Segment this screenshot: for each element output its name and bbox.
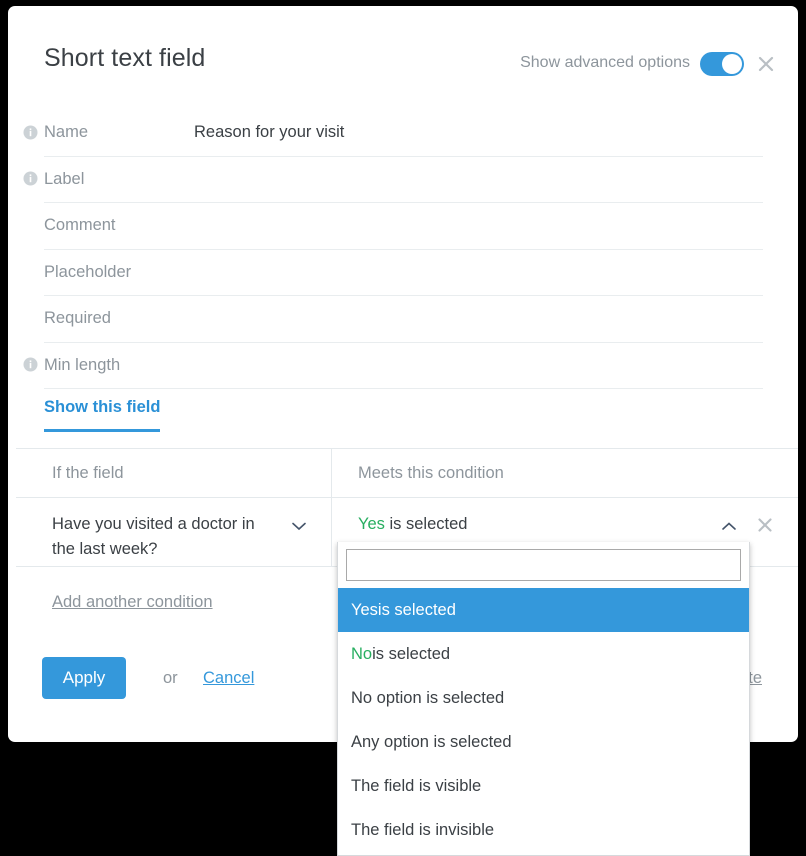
- option-suffix: is selected: [372, 644, 451, 663]
- card-header: Short text field Show advanced options: [8, 6, 798, 110]
- info-icon[interactable]: [23, 125, 38, 140]
- dropdown-option[interactable]: The field is invisible: [338, 808, 749, 852]
- property-label: Comment: [44, 216, 116, 235]
- column-header-meets-this-condition: Meets this condition: [358, 463, 504, 482]
- dropdown-search-box[interactable]: [346, 549, 741, 581]
- property-value[interactable]: Reason for your visit: [194, 123, 344, 142]
- dropdown-option-list: Yes is selected No is selected No option…: [338, 588, 749, 852]
- option-suffix: Any option is selected: [351, 732, 512, 751]
- dropdown-option[interactable]: Yes is selected: [338, 588, 749, 632]
- toggle-knob: [722, 54, 742, 74]
- advanced-options-toggle[interactable]: [700, 52, 744, 76]
- cancel-link[interactable]: Cancel: [203, 669, 254, 688]
- screen: Short text field Show advanced options N…: [0, 0, 806, 856]
- condition-table-header: If the field Meets this condition: [16, 449, 798, 498]
- dropdown-option[interactable]: Any option is selected: [338, 720, 749, 764]
- condition-options-dropdown: Yes is selected No is selected No option…: [337, 542, 750, 856]
- property-row-comment[interactable]: Comment: [44, 203, 763, 250]
- toggle-knob: [172, 320, 192, 341]
- close-icon[interactable]: [756, 54, 776, 74]
- dropdown-search-input[interactable]: [354, 555, 725, 575]
- dropdown-option[interactable]: The field is visible: [338, 764, 749, 808]
- column-header-if-the-field: If the field: [16, 449, 332, 497]
- condition-value-select[interactable]: Yes is selected: [358, 512, 467, 537]
- dropdown-option[interactable]: No is selected: [338, 632, 749, 676]
- property-rows: Name Reason for your visit Label Comment: [8, 110, 798, 389]
- info-icon[interactable]: [23, 357, 38, 372]
- condition-value-suffix: is selected: [384, 515, 468, 533]
- apply-button[interactable]: Apply: [42, 657, 126, 699]
- option-prefix: No: [351, 644, 373, 663]
- remove-condition-icon[interactable]: [756, 516, 774, 539]
- tab-bar: Show this field: [8, 392, 798, 436]
- property-row-placeholder[interactable]: Placeholder: [44, 250, 763, 296]
- option-prefix: Yes: [351, 600, 378, 619]
- option-suffix: is selected: [377, 600, 456, 619]
- tab-show-this-field[interactable]: Show this field: [44, 398, 161, 432]
- property-row-min-length[interactable]: Min length: [23, 343, 763, 389]
- property-label: Name: [44, 123, 89, 142]
- info-icon[interactable]: [23, 171, 38, 186]
- option-suffix: The field is invisible: [351, 820, 495, 839]
- option-suffix: No option is selected: [351, 688, 505, 707]
- option-suffix: The field is visible: [351, 776, 482, 795]
- property-row-label[interactable]: Label: [23, 157, 763, 203]
- or-separator: or: [163, 669, 178, 687]
- property-row-name[interactable]: Name Reason for your visit: [23, 110, 763, 157]
- chevron-down-icon[interactable]: [292, 518, 306, 536]
- dropdown-option[interactable]: No option is selected: [338, 676, 749, 720]
- property-label: Required: [44, 309, 111, 328]
- chevron-up-icon[interactable]: [722, 518, 736, 536]
- condition-field-cell: Have you visited a doctor in the last we…: [16, 498, 332, 566]
- condition-value-prefix: Yes: [358, 515, 385, 533]
- advanced-options-label: Show advanced options: [520, 54, 690, 71]
- add-another-condition-link[interactable]: Add another condition: [52, 593, 213, 612]
- property-label: Placeholder: [44, 262, 132, 281]
- condition-field-select[interactable]: Have you visited a doctor in the last we…: [52, 512, 274, 562]
- page-title: Short text field: [44, 44, 206, 72]
- property-row-required: Required: [44, 296, 763, 343]
- property-label: Min length: [44, 355, 121, 374]
- property-label: Label: [44, 169, 85, 188]
